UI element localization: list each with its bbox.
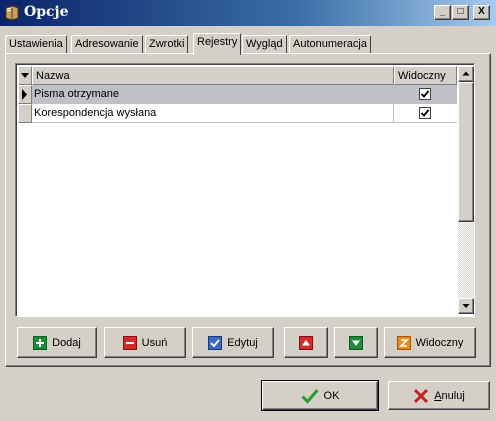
close-icon: X — [478, 6, 485, 17]
cancel-mnemonic: A — [434, 389, 442, 402]
tab-adresowanie[interactable]: Adresowanie — [71, 35, 143, 53]
checkmark-icon — [420, 90, 430, 98]
close-button[interactable]: X — [473, 5, 490, 20]
delete-button[interactable]: Usuń — [104, 327, 186, 358]
visible-checkbox[interactable] — [419, 107, 431, 119]
column-visible-label: Widoczny — [398, 70, 446, 82]
table-row[interactable]: Korespondencja wysłana — [18, 104, 457, 123]
cancel-label-rest: nuluj — [441, 389, 465, 402]
check-icon — [208, 335, 223, 350]
table-row[interactable]: Pisma otrzymane — [18, 85, 457, 104]
check-icon — [300, 388, 319, 404]
minus-icon — [122, 335, 137, 350]
minimize-button[interactable]: _ — [434, 5, 451, 20]
title-bar: Opcje _ □ X — [0, 0, 496, 26]
scroll-up-button[interactable] — [458, 66, 474, 82]
add-button-label: Dodaj — [52, 336, 81, 349]
row-visible-cell[interactable] — [394, 85, 457, 103]
row-name-cell[interactable]: Pisma otrzymane — [32, 85, 394, 103]
scroll-up-icon — [462, 71, 470, 76]
tab-rejestry[interactable]: Rejestry — [193, 33, 242, 55]
tab-zwrotki[interactable]: Zwrotki — [145, 35, 189, 53]
tab-wyglad[interactable]: Wygląd — [242, 35, 287, 53]
arrow-down-icon — [349, 335, 363, 350]
add-button[interactable]: Dodaj — [17, 327, 97, 358]
maximize-button[interactable]: □ — [452, 5, 469, 20]
tab-ustawienia[interactable]: Ustawienia — [5, 35, 67, 53]
maximize-icon: □ — [457, 6, 464, 17]
vertical-scrollbar[interactable] — [458, 66, 474, 314]
visible-toggle-button[interactable]: Widoczny — [384, 327, 476, 358]
toggle-icon — [396, 335, 411, 350]
tab-autonumeracja[interactable]: Autonumeracja — [289, 35, 371, 53]
x-icon — [413, 388, 429, 404]
column-header-name[interactable]: Nazwa — [32, 66, 394, 85]
cancel-button[interactable]: Anuluj — [388, 381, 490, 410]
tab-label: Wygląd — [246, 38, 283, 50]
visible-button-label: Widoczny — [415, 336, 464, 349]
sort-down-icon — [21, 73, 29, 78]
tab-label: Adresowanie — [75, 38, 139, 50]
edit-button-label: Edytuj — [227, 336, 258, 349]
row-indicator — [18, 104, 32, 123]
move-up-button[interactable] — [284, 327, 328, 358]
row-name: Korespondencja wysłana — [34, 107, 157, 119]
scrollbar-thumb[interactable] — [458, 82, 474, 222]
edit-button[interactable]: Edytuj — [192, 327, 274, 358]
cancel-button-label: Anuluj — [434, 390, 465, 402]
window-title: Opcje — [24, 4, 69, 20]
tab-label: Ustawienia — [9, 38, 63, 50]
grid-header: Nazwa Widoczny — [18, 66, 457, 85]
visible-checkbox[interactable] — [419, 88, 431, 100]
row-name-cell[interactable]: Korespondencja wysłana — [32, 104, 394, 122]
checkmark-icon — [420, 109, 430, 117]
book-icon — [4, 5, 20, 21]
tab-label: Rejestry — [197, 36, 238, 48]
minimize-icon: _ — [439, 6, 446, 17]
scroll-down-icon — [462, 304, 470, 308]
current-row-arrow-icon — [22, 89, 27, 100]
scroll-down-button[interactable] — [458, 298, 474, 314]
delete-button-label: Usuń — [141, 336, 168, 349]
tab-label: Autonumeracja — [293, 38, 367, 50]
move-down-button[interactable] — [334, 327, 378, 358]
ok-button-label: OK — [323, 389, 340, 402]
registers-grid[interactable]: Nazwa Widoczny Pisma otrzymane Korespond… — [15, 63, 475, 317]
row-visible-cell[interactable] — [394, 104, 457, 122]
header-indicator[interactable] — [18, 66, 32, 85]
row-name: Pisma otrzymane — [34, 88, 119, 100]
tab-label: Zwrotki — [149, 38, 185, 50]
column-name-label: Nazwa — [36, 70, 70, 82]
column-header-visible[interactable]: Widoczny — [394, 66, 457, 85]
ok-button[interactable]: OK — [261, 380, 379, 411]
arrow-up-icon — [299, 335, 313, 350]
row-indicator — [18, 85, 32, 104]
plus-icon — [33, 335, 48, 350]
